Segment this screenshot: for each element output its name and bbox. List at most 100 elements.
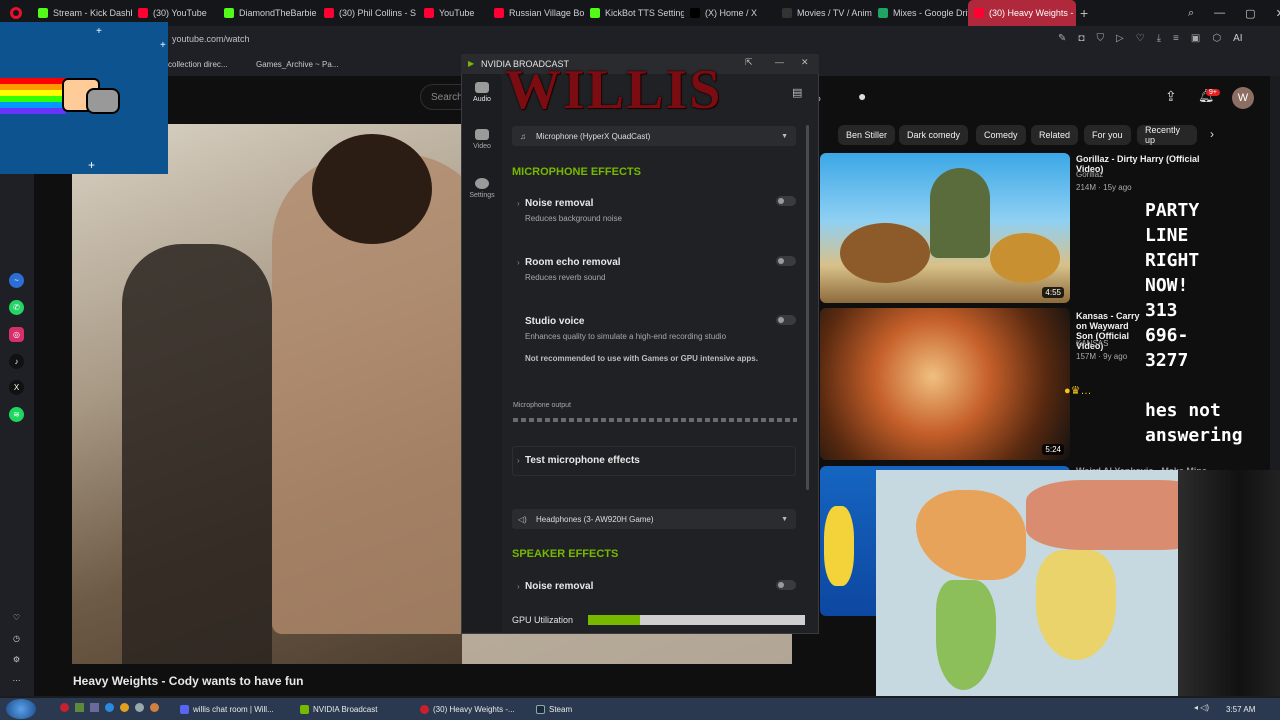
chip-filter[interactable]: Recently up bbox=[1137, 125, 1197, 145]
browser-tab[interactable]: (30) Phil Collins - S bbox=[318, 0, 418, 26]
app-icon[interactable] bbox=[135, 703, 144, 712]
bookmark-item[interactable]: Games_Archive ~ Pa... bbox=[256, 60, 338, 69]
chrome-icon[interactable] bbox=[120, 703, 129, 712]
taskbar-item[interactable]: (30) Heavy Weights -... bbox=[414, 700, 521, 718]
volume-icon[interactable]: ◂ ◁) bbox=[1194, 703, 1209, 712]
spotify-icon[interactable]: ≋ bbox=[9, 407, 24, 422]
taskbar-item[interactable]: willis chat room | Will... bbox=[174, 700, 280, 718]
bookmark-item[interactable]: collection direc... bbox=[168, 60, 228, 69]
chip-filter[interactable]: For you bbox=[1084, 125, 1131, 145]
duration-badge: 4:55 bbox=[1042, 287, 1064, 298]
channel-name[interactable]: Gorillaz bbox=[1076, 170, 1103, 179]
tab-favicon-icon bbox=[974, 8, 984, 18]
maximize-icon[interactable]: ▢ bbox=[1245, 7, 1255, 20]
avatar[interactable]: W bbox=[1232, 87, 1254, 109]
chip-filter[interactable]: Ben Stiller bbox=[838, 125, 896, 145]
tab-label: (30) Phil Collins - S bbox=[339, 8, 417, 18]
opera-icon bbox=[420, 704, 429, 714]
tab-favicon-icon bbox=[494, 8, 504, 18]
app-icon[interactable] bbox=[90, 703, 99, 712]
room-echo-toggle[interactable] bbox=[776, 256, 796, 266]
extension-icon[interactable]: ⬡ bbox=[1212, 33, 1221, 44]
browser-tab[interactable]: KickBot TTS Settings bbox=[584, 0, 684, 26]
taskbar-label: willis chat room | Will... bbox=[193, 704, 274, 714]
effect-name: Noise removal bbox=[525, 581, 594, 592]
recommendation-thumbnail[interactable]: 5:24 bbox=[820, 308, 1070, 460]
whatsapp-icon[interactable]: ✆ bbox=[9, 300, 24, 315]
instagram-icon[interactable]: ◎ bbox=[9, 327, 24, 342]
nav-audio[interactable]: Audio bbox=[462, 82, 502, 103]
browser-icon[interactable] bbox=[105, 703, 114, 712]
nav-settings[interactable]: Settings bbox=[462, 178, 502, 199]
steam-icon bbox=[536, 704, 545, 714]
camera-icon[interactable]: ◘ bbox=[1078, 33, 1084, 44]
crown-emoji-icon: ●♛… bbox=[1064, 385, 1092, 397]
wallet-icon[interactable]: ▣ bbox=[1191, 33, 1200, 44]
browser-tab[interactable]: DiamondTheBarbie Str bbox=[218, 0, 318, 26]
app-icon[interactable] bbox=[75, 703, 84, 712]
new-tab-icon[interactable]: + bbox=[1080, 5, 1088, 21]
download-icon[interactable]: ⤓ bbox=[1157, 33, 1161, 44]
taskbar-item[interactable]: NVIDIA Broadcast bbox=[294, 700, 383, 718]
tiktok-icon[interactable]: ♪ bbox=[9, 354, 24, 369]
ai-icon[interactable]: AI bbox=[1233, 33, 1242, 44]
speaker-noise-removal-toggle[interactable] bbox=[776, 580, 796, 590]
webcam-chair bbox=[1178, 470, 1280, 696]
taskbar-label: (30) Heavy Weights -... bbox=[433, 704, 515, 714]
select-value: Microphone (HyperX QuadCast) bbox=[536, 131, 651, 141]
gpu-utilization-fill bbox=[588, 615, 641, 625]
effect-description: Enhances quality to simulate a high-end … bbox=[525, 332, 727, 341]
minimize-icon[interactable]: — bbox=[775, 57, 784, 67]
tab-favicon-icon bbox=[690, 8, 700, 18]
start-button-icon[interactable] bbox=[6, 699, 36, 719]
play-icon[interactable]: ▷ bbox=[1116, 33, 1124, 44]
browser-tab[interactable]: (30) Heavy Weights - Coo bbox=[968, 0, 1076, 26]
browser-tab[interactable]: (X) Home / X bbox=[684, 0, 776, 26]
tab-favicon-icon bbox=[782, 8, 792, 18]
chip-filter[interactable]: Dark comedy bbox=[899, 125, 969, 145]
chevron-right-icon[interactable]: › bbox=[517, 258, 520, 267]
edit-icon[interactable]: ✎ bbox=[1058, 33, 1066, 44]
history-icon[interactable]: ◷ bbox=[9, 631, 24, 646]
scrollbar[interactable] bbox=[806, 125, 809, 490]
recommendation-thumbnail[interactable]: 4:55 bbox=[820, 153, 1070, 303]
chevron-right-icon[interactable]: › bbox=[517, 199, 520, 208]
browser-tab[interactable]: Movies / TV / Anime bbox=[776, 0, 872, 26]
opera-icon[interactable] bbox=[60, 703, 69, 712]
gpu-label: GPU Utilization bbox=[512, 615, 574, 625]
close-icon[interactable]: ✕ bbox=[801, 57, 809, 68]
chip-filter[interactable]: Related bbox=[1031, 125, 1079, 145]
mic-search-icon[interactable]: ● bbox=[858, 88, 866, 104]
shield-icon[interactable]: ⛉ bbox=[1096, 33, 1104, 44]
chevron-right-icon[interactable]: › bbox=[517, 456, 520, 465]
channel-name[interactable]: KANSAS bbox=[1076, 339, 1108, 348]
nav-video[interactable]: Video bbox=[462, 129, 502, 150]
search-tabs-icon[interactable]: ⌕ bbox=[1188, 7, 1194, 20]
minimize-icon[interactable]: — bbox=[1214, 7, 1225, 19]
studio-voice-toggle[interactable] bbox=[776, 315, 796, 325]
url-field[interactable]: youtube.com/watch bbox=[172, 34, 250, 44]
x-icon[interactable]: X bbox=[9, 380, 24, 395]
noise-removal-toggle[interactable] bbox=[776, 196, 796, 206]
messenger-icon[interactable]: ~ bbox=[9, 273, 24, 288]
chevron-right-icon[interactable]: › bbox=[517, 582, 520, 591]
feedback-icon[interactable]: ▤ bbox=[792, 86, 802, 99]
taskbar-item[interactable]: Steam bbox=[530, 700, 578, 718]
chevron-right-icon[interactable]: › bbox=[1210, 127, 1214, 141]
browser-tab[interactable]: YouTube bbox=[418, 0, 488, 26]
favorites-icon[interactable]: ♡ bbox=[9, 610, 24, 625]
microphone-device-select[interactable]: ♫ Microphone (HyperX QuadCast) ▼ bbox=[512, 126, 796, 146]
speaker-device-select[interactable]: ◁) Headphones (3- AW920H Game) ▼ bbox=[512, 509, 796, 529]
settings-icon[interactable]: ⚙ bbox=[9, 652, 24, 667]
app-icon[interactable] bbox=[150, 703, 159, 712]
pop-out-icon[interactable]: ⇱ bbox=[745, 57, 753, 68]
browser-tab[interactable]: Mixes - Google Drive bbox=[872, 0, 968, 26]
more-icon[interactable]: ⋯ bbox=[9, 673, 24, 688]
effect-name: Noise removal bbox=[525, 198, 594, 209]
chip-filter[interactable]: Comedy bbox=[976, 125, 1026, 145]
upload-icon[interactable]: ⇪ bbox=[1165, 88, 1177, 105]
menu-icon[interactable]: ≡ bbox=[1173, 33, 1179, 44]
close-icon[interactable]: ✕ bbox=[1276, 7, 1280, 20]
heart-icon[interactable]: ♡ bbox=[1136, 33, 1145, 44]
browser-tab[interactable]: Russian Village Boys bbox=[488, 0, 584, 26]
